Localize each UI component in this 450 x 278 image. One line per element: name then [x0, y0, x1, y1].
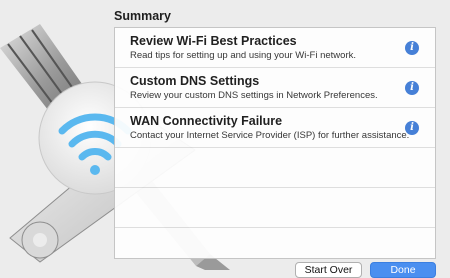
info-icon[interactable]: i	[405, 81, 419, 95]
summary-item-custom-dns[interactable]: Custom DNS Settings Review your custom D…	[115, 68, 435, 108]
info-icon[interactable]: i	[405, 121, 419, 135]
summary-title: Summary	[114, 9, 171, 23]
info-icon[interactable]: i	[405, 41, 419, 55]
summary-item-title: WAN Connectivity Failure	[130, 114, 283, 128]
summary-list: Review Wi-Fi Best Practices Read tips fo…	[114, 27, 436, 259]
summary-item-wifi-best-practices[interactable]: Review Wi-Fi Best Practices Read tips fo…	[115, 28, 435, 68]
empty-row	[115, 148, 435, 188]
summary-item-description: Contact your Internet Service Provider (…	[130, 130, 410, 141]
summary-item-wan-failure[interactable]: WAN Connectivity Failure Contact your In…	[115, 108, 435, 148]
summary-item-description: Review your custom DNS settings in Netwo…	[130, 90, 378, 101]
empty-row	[115, 188, 435, 228]
start-over-button[interactable]: Start Over	[295, 262, 362, 278]
summary-item-title: Review Wi-Fi Best Practices	[130, 34, 297, 48]
done-button[interactable]: Done	[370, 262, 436, 278]
summary-item-title: Custom DNS Settings	[130, 74, 260, 88]
summary-item-description: Read tips for setting up and using your …	[130, 50, 356, 61]
